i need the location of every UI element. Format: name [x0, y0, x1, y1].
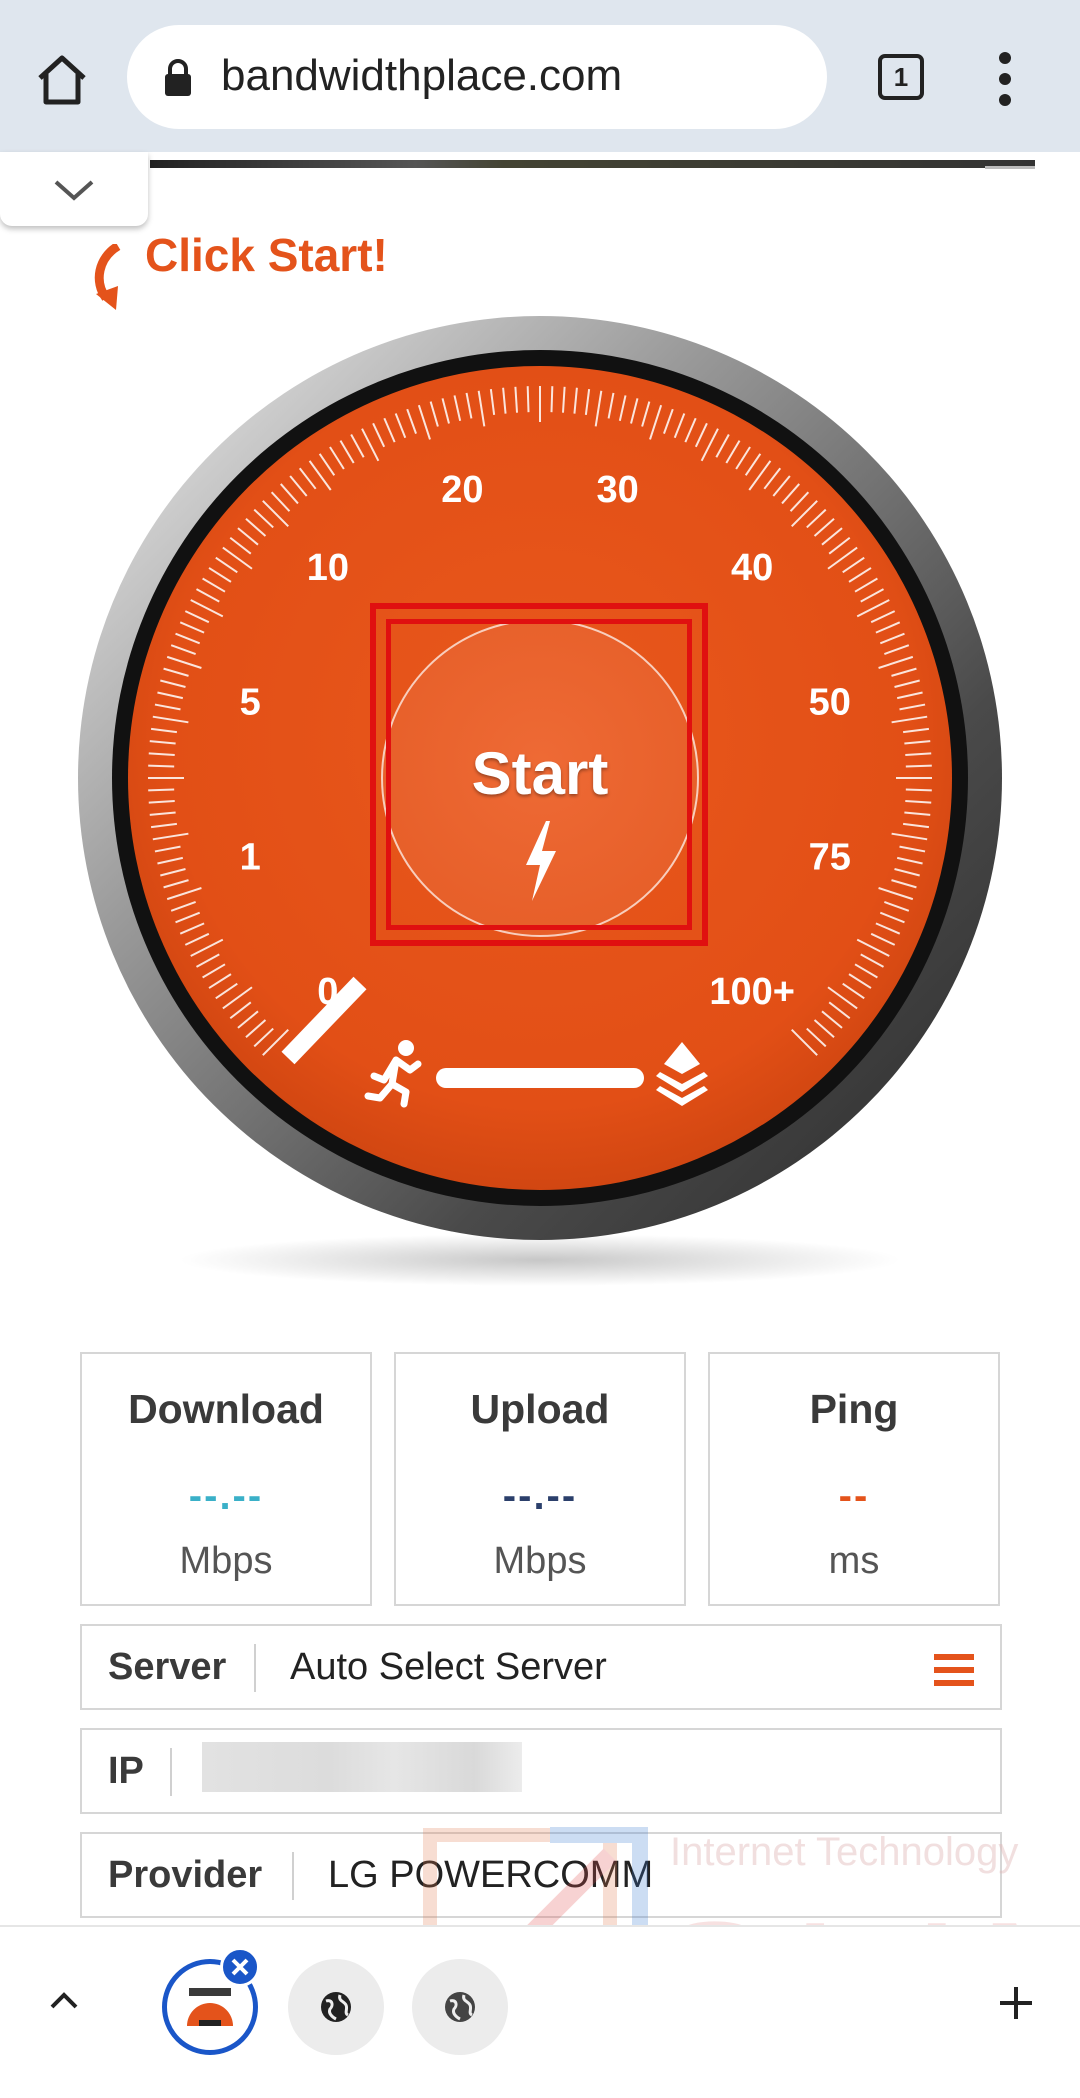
- lock-icon: [165, 59, 191, 96]
- gauge-scale-label: 20: [441, 469, 483, 511]
- gauge-scale-label: 100+: [709, 971, 795, 1013]
- start-label: Start: [471, 740, 609, 807]
- server-value: Auto Select Server: [290, 1646, 607, 1688]
- divider: [254, 1644, 256, 1692]
- gauge-scale-label: 40: [731, 547, 773, 589]
- gauge-scale-label: 50: [809, 681, 851, 723]
- gauge-tick: [550, 386, 554, 413]
- more-vert-icon: [999, 52, 1011, 64]
- ping-value: --: [838, 1474, 870, 1518]
- provider-label: Provider: [108, 1854, 263, 1896]
- url-text: bandwidthplace.com: [221, 51, 623, 100]
- gauge-tick: [148, 764, 175, 768]
- server-label: Server: [108, 1646, 227, 1688]
- gauge-scale-label: 5: [240, 681, 261, 723]
- home-icon: [38, 55, 86, 105]
- globe-icon: [445, 1992, 475, 2022]
- download-card: Download --.-- Mbps: [80, 1352, 372, 1606]
- download-value: --.--: [188, 1474, 264, 1518]
- upload-title: Upload: [470, 1386, 610, 1432]
- server-row[interactable]: Server Auto Select Server: [80, 1624, 1002, 1710]
- chevron-up-icon: [50, 1992, 78, 2009]
- download-title: Download: [128, 1386, 324, 1432]
- gauge-scale-label: 10: [307, 547, 349, 589]
- download-unit: Mbps: [179, 1540, 273, 1582]
- click-start-hint: Click Start!: [145, 229, 388, 281]
- server-menu-icon[interactable]: [934, 1654, 974, 1686]
- ping-title: Ping: [809, 1386, 899, 1432]
- start-button[interactable]: Start: [370, 603, 710, 948]
- gauge-scale-label: 30: [597, 469, 639, 511]
- expand-tabs-button[interactable]: [42, 1979, 86, 2023]
- ip-row: IP: [80, 1728, 1002, 1814]
- progress-track: [436, 1068, 644, 1088]
- banner-ad-strip: [150, 160, 1035, 168]
- ping-unit: ms: [828, 1540, 880, 1582]
- tab-thumbnail[interactable]: [288, 1959, 384, 2055]
- gauge-tick: [905, 764, 932, 768]
- menu-dot: [999, 73, 1011, 85]
- divider: [292, 1852, 294, 1900]
- tab-thumbnail[interactable]: [412, 1959, 508, 2055]
- tab-count: 1: [878, 54, 924, 100]
- divider: [170, 1748, 172, 1796]
- gauge-tick: [526, 386, 530, 413]
- gauge-shadow: [180, 1234, 900, 1286]
- ip-value-redacted: [202, 1742, 522, 1792]
- gauge-tick: [905, 788, 932, 792]
- browser-toolbar: bandwidthplace.com 1: [0, 0, 1080, 152]
- speedtest-favicon-icon: [187, 1988, 233, 2026]
- collapse-banner-button[interactable]: [0, 152, 148, 226]
- plus-icon: [1000, 1987, 1032, 2019]
- gauge-scale-label: 1: [240, 837, 261, 879]
- close-icon: [231, 1958, 249, 1976]
- ip-label: IP: [108, 1750, 144, 1792]
- menu-dot: [999, 94, 1011, 106]
- gauge-tick: [148, 788, 175, 792]
- gauge-scale-label: 75: [809, 837, 851, 879]
- new-tab-button[interactable]: [996, 1983, 1036, 2023]
- chevron-down-icon: [54, 180, 94, 201]
- address-bar[interactable]: bandwidthplace.com: [127, 25, 827, 129]
- home-button[interactable]: [30, 48, 94, 112]
- tab-switcher-button[interactable]: 1: [878, 54, 924, 100]
- banner-ad-edge: [985, 166, 1035, 169]
- watermark-tagline: Internet Technology: [670, 1830, 1019, 1874]
- upload-value: --.--: [502, 1474, 578, 1518]
- close-tab-button[interactable]: [220, 1947, 260, 1987]
- upload-unit: Mbps: [493, 1540, 587, 1582]
- bottom-tab-bar: [0, 1925, 1080, 2082]
- ping-card: Ping -- ms: [708, 1352, 1000, 1606]
- overflow-menu-button[interactable]: [990, 52, 1020, 106]
- upload-card: Upload --.-- Mbps: [394, 1352, 686, 1606]
- globe-icon: [321, 1992, 351, 2022]
- lightning-icon: [526, 821, 556, 901]
